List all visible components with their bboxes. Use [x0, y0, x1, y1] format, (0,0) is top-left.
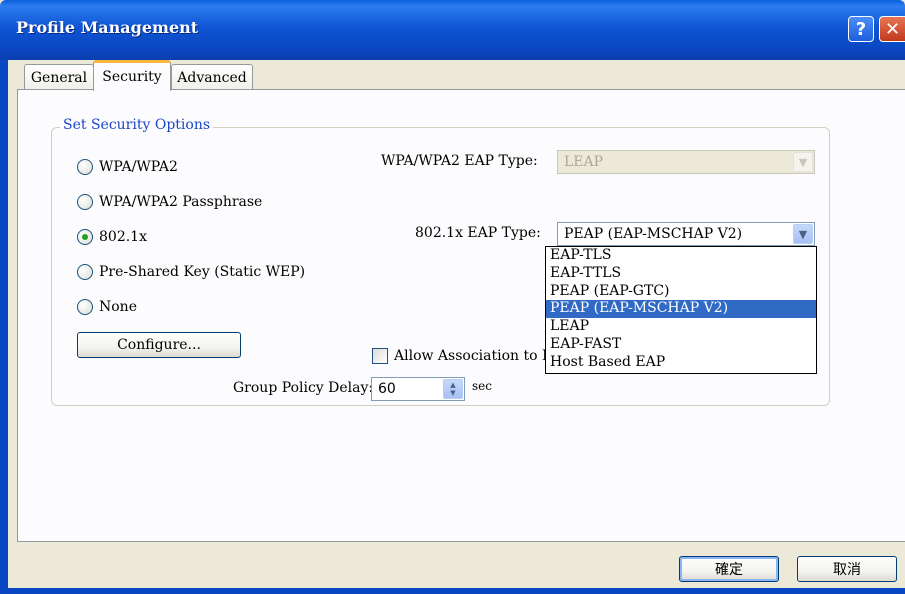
wpa-eap-type-value: LEAP: [564, 154, 604, 170]
allow-association-checkbox[interactable]: [372, 348, 388, 364]
group-policy-delay-spinner[interactable]: 60 ▲ ▼: [371, 377, 465, 401]
8021x-eap-type-label: 802.1x EAP Type:: [415, 225, 541, 241]
chevron-down-icon[interactable]: ▼: [793, 152, 813, 172]
group-title: Set Security Options: [60, 117, 214, 133]
window-title: Profile Management: [16, 18, 199, 37]
window-bottom-border: [0, 588, 905, 594]
allow-association-checkbox-row[interactable]: Allow Association to M: [372, 348, 556, 364]
cancel-button[interactable]: 取消: [797, 556, 897, 582]
radio-none[interactable]: None: [77, 297, 137, 317]
radio-button[interactable]: [77, 194, 93, 210]
tab-general[interactable]: General: [24, 64, 94, 90]
radio-8021x[interactable]: 802.1x: [77, 227, 147, 247]
window-left-border: [0, 60, 8, 594]
radio-button-checked[interactable]: [77, 229, 93, 245]
wpa-eap-type-label: WPA/WPA2 EAP Type:: [381, 153, 538, 169]
group-policy-delay-value: 60: [378, 381, 396, 397]
tab-security[interactable]: Security: [93, 60, 171, 91]
close-icon[interactable]: ✕: [879, 16, 905, 42]
radio-wpa-passphrase[interactable]: WPA/WPA2 Passphrase: [77, 192, 262, 212]
radio-button[interactable]: [77, 264, 93, 280]
radio-label: 802.1x: [99, 229, 147, 245]
radio-button[interactable]: [77, 159, 93, 175]
8021x-eap-type-select[interactable]: PEAP (EAP-MSCHAP V2) ▼: [557, 222, 815, 246]
8021x-eap-type-value: PEAP (EAP-MSCHAP V2): [564, 226, 743, 242]
radio-label: Pre-Shared Key (Static WEP): [99, 264, 306, 280]
dropdown-option-leap[interactable]: LEAP: [546, 318, 816, 336]
dropdown-option-eap-tls[interactable]: EAP-TLS: [546, 247, 816, 265]
group-policy-delay-label: Group Policy Delay:: [233, 380, 374, 396]
ok-button[interactable]: 確定: [679, 556, 779, 582]
dropdown-option-eap-fast[interactable]: EAP-FAST: [546, 336, 816, 354]
help-icon[interactable]: ?: [848, 16, 874, 42]
configure-button[interactable]: Configure...: [77, 332, 241, 358]
dropdown-option-host-based-eap[interactable]: Host Based EAP: [546, 354, 816, 372]
tab-advanced[interactable]: Advanced: [171, 64, 253, 90]
radio-pre-shared-key[interactable]: Pre-Shared Key (Static WEP): [77, 262, 305, 282]
radio-wpa-wpa2[interactable]: WPA/WPA2: [77, 157, 178, 177]
title-bar[interactable]: Profile Management ? ✕: [0, 0, 905, 60]
8021x-eap-dropdown-list[interactable]: EAP-TLS EAP-TTLS PEAP (EAP-GTC) PEAP (EA…: [545, 246, 817, 374]
group-policy-delay-unit: sec: [472, 379, 492, 393]
spin-up-down-icon[interactable]: ▲ ▼: [443, 379, 463, 399]
wpa-eap-type-select[interactable]: LEAP ▼: [557, 150, 815, 174]
dropdown-option-peap-mschapv2[interactable]: PEAP (EAP-MSCHAP V2): [546, 300, 816, 319]
dropdown-option-peap-gtc[interactable]: PEAP (EAP-GTC): [546, 283, 816, 301]
chevron-down-icon[interactable]: ▼: [793, 224, 813, 244]
radio-button[interactable]: [77, 299, 93, 315]
radio-label: WPA/WPA2: [99, 159, 178, 175]
dropdown-option-eap-ttls[interactable]: EAP-TTLS: [546, 265, 816, 283]
radio-label: WPA/WPA2 Passphrase: [99, 194, 263, 210]
allow-association-label: Allow Association to M: [394, 348, 557, 364]
radio-label: None: [99, 299, 137, 315]
